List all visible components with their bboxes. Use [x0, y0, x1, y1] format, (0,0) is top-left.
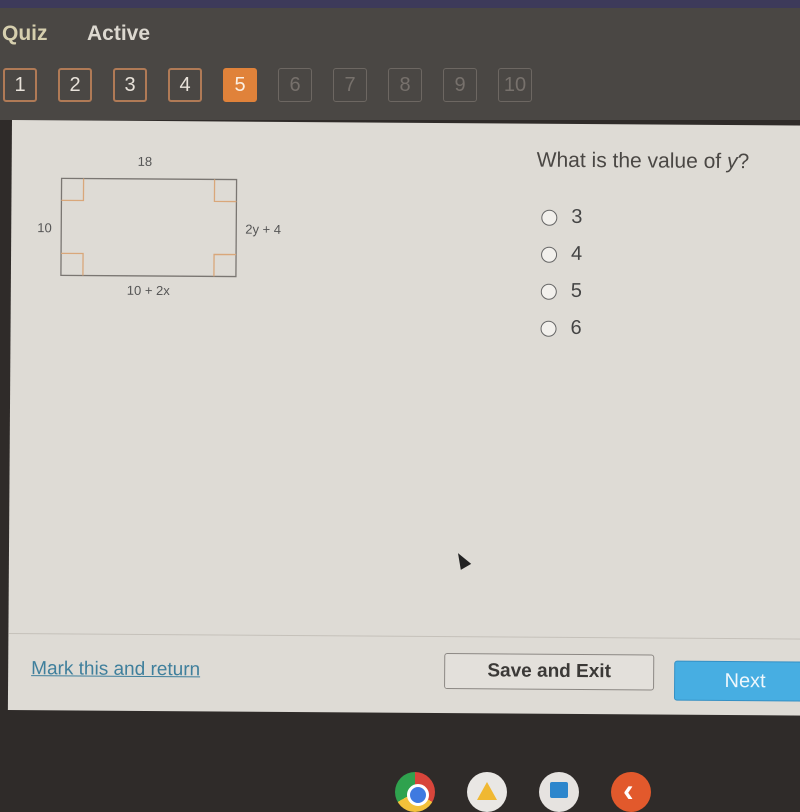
- taskbar: [395, 772, 683, 812]
- left-side-label: 10: [37, 220, 52, 236]
- save-and-exit-button[interactable]: Save and Exit: [444, 653, 655, 691]
- quiz-title: Quiz: [2, 22, 48, 45]
- option-label: 5: [570, 279, 583, 302]
- quiz-header: Quiz Active 1 2 3 4 5 6 7 8 9 10: [0, 8, 800, 120]
- right-angle-mark-bottom-left: [61, 252, 84, 276]
- next-button[interactable]: Next: [673, 660, 800, 702]
- rectangle-diagram: 18 10 2y + 4 10 + 2x: [31, 145, 292, 312]
- option-label: 4: [571, 242, 583, 265]
- bottom-side-label: 10 + 2x: [126, 282, 170, 299]
- question-number-1[interactable]: 1: [3, 68, 37, 102]
- files-icon[interactable]: [539, 772, 579, 812]
- question-number-4[interactable]: 4: [168, 68, 202, 102]
- right-angle-mark-top-left: [61, 178, 85, 202]
- question-variable: y: [726, 149, 738, 174]
- right-angle-mark-top-right: [213, 179, 237, 203]
- question-number-7: 7: [333, 68, 367, 102]
- question-number-10: 10: [498, 68, 532, 102]
- radio-button[interactable]: [541, 209, 558, 226]
- answer-options: 3 4 5 6: [540, 199, 583, 347]
- question-suffix: ?: [737, 150, 750, 174]
- radio-button[interactable]: [540, 283, 557, 300]
- question-number-9: 9: [443, 68, 477, 102]
- chrome-icon[interactable]: [395, 772, 435, 812]
- question-number-2[interactable]: 2: [58, 68, 92, 102]
- mark-and-return-link[interactable]: Mark this and return: [31, 658, 200, 681]
- right-angle-mark-bottom-right: [213, 253, 237, 277]
- answer-option[interactable]: 3: [541, 199, 583, 236]
- screen-top-band: [0, 0, 800, 8]
- question-navigator: 1 2 3 4 5 6 7 8 9 10: [3, 68, 553, 102]
- question-number-3[interactable]: 3: [113, 68, 147, 102]
- question-panel: 18 10 2y + 4 10 + 2x What is the value o…: [7, 120, 800, 716]
- radio-button[interactable]: [540, 320, 557, 337]
- google-drive-icon[interactable]: [467, 772, 507, 812]
- right-side-label: 2y + 4: [245, 221, 282, 237]
- rectangle-outline: [60, 177, 238, 278]
- option-label: 6: [570, 316, 582, 339]
- app-icon[interactable]: [611, 772, 651, 812]
- option-label: 3: [571, 205, 583, 228]
- question-number-8: 8: [388, 68, 422, 102]
- answer-option[interactable]: 5: [540, 273, 583, 310]
- question-number-5-current[interactable]: 5: [223, 68, 257, 102]
- top-side-label: 18: [137, 153, 153, 169]
- quiz-status: Active: [87, 22, 151, 45]
- question-number-6: 6: [278, 68, 312, 102]
- answer-option[interactable]: 6: [540, 310, 582, 347]
- answer-option[interactable]: 4: [541, 236, 582, 273]
- footer-divider: [8, 632, 800, 640]
- question-text: What is the value of y?: [537, 149, 750, 174]
- radio-button[interactable]: [541, 246, 558, 263]
- question-prefix: What is the value of: [536, 148, 728, 173]
